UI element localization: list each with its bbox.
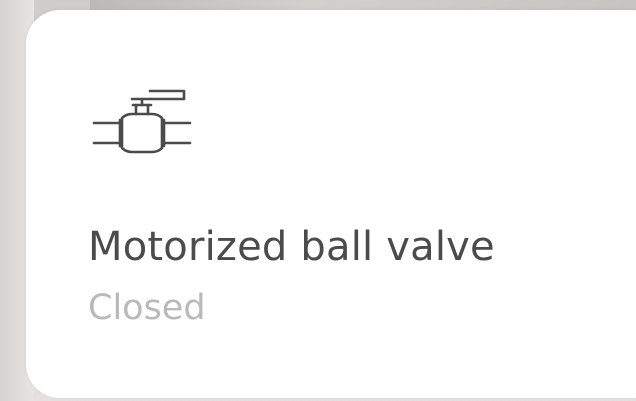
ball-valve-icon (92, 86, 192, 168)
device-title: Motorized ball valve (88, 224, 495, 270)
device-status: Closed (88, 288, 206, 328)
device-card[interactable]: Motorized ball valve Closed (26, 10, 636, 398)
